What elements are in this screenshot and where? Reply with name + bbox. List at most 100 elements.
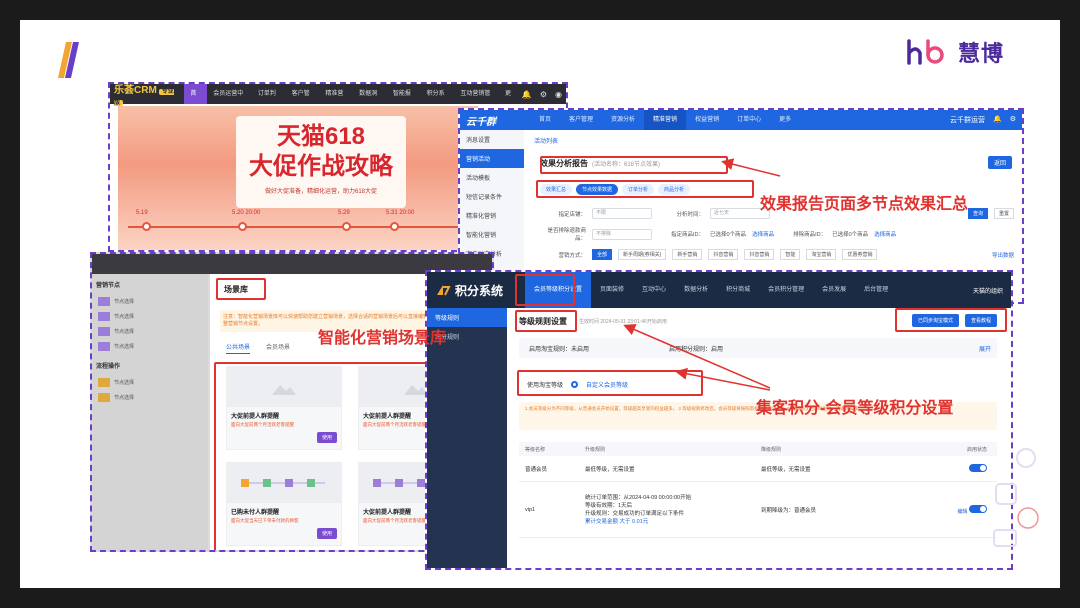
method-option[interactable]: 全部 [592, 249, 613, 260]
export-link[interactable]: 导出数据 [992, 251, 1014, 259]
highlight-box [536, 180, 754, 198]
brand: 慧博 [906, 36, 1004, 68]
tab-public-scene[interactable]: 公共场景 [226, 342, 251, 354]
level-table: 等级名称 升级规则 降级规则 启用状态 普通会员 最低等级，无需设置 最低等级，… [519, 442, 997, 538]
yq-side-item[interactable]: 营销活动 [460, 149, 524, 168]
crm-nav-item[interactable]: 订单判定 [252, 84, 286, 117]
choose-product-link[interactable]: 选择商品 [874, 230, 896, 238]
yq-nav: 云千群 首页 客户管理 资源分析 精准营销 权益营销 订单中心 更多 云千群运营… [460, 110, 1022, 130]
brand-logo-icon [907, 39, 944, 65]
highlight-box [216, 278, 266, 300]
timeline: 5.19 5.20 20:00 5.29 5.31 20:00 [128, 210, 468, 246]
points-screenshot: 积分系统 会员等级积分设置 页面装修 互动中心 数据分析 积分商城 会员积分管理… [425, 270, 1013, 570]
yq-logo: 云千群 [466, 116, 496, 128]
scene-node-panel: 营销节点 节点选择 节点选择 节点选择 节点选择 流程操作 节点选择 节点选择 [92, 274, 208, 550]
scene-tabs: 公共场景 会员场景 [226, 342, 290, 354]
node-item[interactable]: 节点选择 [98, 391, 202, 403]
banner-card: 天猫618 大促作战攻略 做好大促准备，精细化运营，助力618大促 [236, 116, 406, 208]
yq-side-item[interactable]: 精准化营销 [460, 206, 524, 225]
rule-status-bar: 启用淘宝规则：未启用 启用积分规则：启用 展开 [519, 338, 997, 358]
annotation-points: 集客积分-会员等级积分设置 [756, 400, 954, 417]
timeline-label: 5.20 20:00 [232, 210, 261, 216]
method-option[interactable]: 新手营销 [672, 249, 703, 260]
yq-nav-item[interactable]: 首页 [530, 110, 560, 130]
user-icon[interactable]: ◉ [555, 90, 562, 99]
query-button[interactable]: 查询 [967, 208, 988, 219]
store-select[interactable]: 不限 [592, 208, 652, 219]
jf-nav-item[interactable]: 后台管理 [855, 272, 897, 308]
crm-nav-item[interactable]: 智能报告 [387, 84, 421, 117]
back-button[interactable]: 返回 [987, 156, 1012, 169]
crm-toolbar: 🔔 ⚙ ◉ [522, 90, 562, 99]
yq-nav-item[interactable]: 权益营销 [686, 110, 728, 130]
slash-mark-icon [58, 42, 79, 78]
banner-title: 天猫618 [276, 123, 366, 150]
crm-nav-item[interactable]: 首页 [184, 84, 208, 117]
promo-banner: 天猫618 大促作战攻略 做好大促准备，精细化运营，助力618大促 5.19 5… [118, 106, 478, 250]
yq-nav-item[interactable]: 资源分析 [602, 110, 644, 130]
choose-product-link[interactable]: 选择商品 [752, 230, 774, 238]
jf-main: 等级规则设置 生效时间 2024-05-31 23:01:46开始启用 已同步淘… [513, 308, 1011, 568]
filter-row: 是否排除退款商品： 不排除 指定商品ID： 已选择0个商品 选择商品 排除商品I… [547, 228, 897, 242]
node-item[interactable]: 节点选择 [98, 310, 202, 322]
crm-nav-item[interactable]: 积分系统 [421, 84, 455, 117]
method-option[interactable]: 智能 [780, 249, 801, 260]
bell-icon[interactable]: 🔔 [522, 90, 532, 99]
settings-icon[interactable]: ⚙ [1010, 115, 1016, 125]
method-option[interactable]: 抖音营销 [708, 249, 739, 260]
yq-nav-item[interactable]: 更多 [770, 110, 800, 130]
yq-nav-item[interactable]: 精准营销 [644, 110, 687, 130]
method-option[interactable]: 新手周期(券相关) [618, 249, 667, 260]
expand-link[interactable]: 展开 [979, 344, 997, 353]
method-option[interactable]: 优惠券营销 [842, 249, 878, 260]
yq-side-item[interactable]: 消息设置 [460, 130, 524, 149]
method-option[interactable]: 淘宝营销 [806, 249, 837, 260]
bell-icon[interactable]: 🔔 [993, 115, 1002, 125]
timeline-dot [390, 222, 399, 231]
brand-name: 慧博 [957, 41, 1004, 66]
settings-icon[interactable]: ⚙ [540, 90, 547, 99]
yq-side-item[interactable]: 智能化营销 [460, 225, 524, 244]
yq-side-item[interactable]: 短信记录条件 [460, 187, 524, 206]
crm-nav-item[interactable]: 互动营销管理 [454, 84, 499, 117]
reset-button[interactable]: 重置 [993, 208, 1014, 219]
crm-nav-item[interactable]: 客户管理 [286, 84, 320, 117]
node-item[interactable]: 节点选择 [98, 295, 202, 307]
breadcrumb[interactable]: 活动列表 [530, 134, 1018, 147]
node-item[interactable]: 节点选择 [98, 376, 202, 388]
edit-link[interactable]: 编辑 [957, 509, 967, 515]
tab-member-scene[interactable]: 会员场景 [266, 342, 290, 354]
jf-nav-item[interactable]: 数据分析 [675, 272, 717, 308]
yq-nav-item[interactable]: 客户管理 [560, 110, 602, 130]
highlight-box [515, 274, 575, 306]
decorative-icons [993, 448, 1039, 547]
jf-logo: 积分系统 [435, 282, 503, 299]
jf-nav-item[interactable]: 互动中心 [633, 272, 675, 308]
yq-nav-item[interactable]: 订单中心 [728, 110, 770, 130]
jf-nav-item[interactable]: 页面装修 [591, 272, 633, 308]
table-header: 等级名称 升级规则 降级规则 启用状态 [519, 442, 997, 456]
timeline-dot [342, 222, 351, 231]
crm-nav-item[interactable]: 精准营销 [319, 84, 353, 117]
yq-toolbar: 云千群运营 🔔 ⚙ [950, 115, 1016, 125]
crm-nav-item[interactable]: 数据洞察 [353, 84, 387, 117]
refund-select[interactable]: 不排除 [592, 228, 652, 240]
node-item[interactable]: 节点选择 [98, 325, 202, 337]
crm-nav-item[interactable]: 更多 [499, 84, 522, 117]
method-option[interactable]: 抖音营销 [744, 249, 775, 260]
yq-user[interactable]: 云千群运营 [950, 115, 985, 125]
node-item[interactable]: 节点选择 [98, 340, 202, 352]
timeline-dot [238, 222, 247, 231]
table-row: vip1 统计订单范围：从2024-04-09 00:00:00开始 等级有效期… [519, 482, 997, 538]
points-logo-icon [437, 285, 451, 296]
jf-user[interactable]: 天猫的组织 [973, 286, 1003, 295]
slide: 慧博 乐荟CRM专业版 首页 会员运营中心 订单判定 客户管理 精准营销 数据洞… [20, 20, 1060, 588]
highlight-box [540, 156, 728, 174]
crm-nav-item[interactable]: 会员运营中心 [207, 84, 252, 117]
jf-nav-item[interactable]: 积分商城 [717, 272, 759, 308]
jf-nav-item[interactable]: 会员发展 [813, 272, 855, 308]
banner-subtitle: 做好大促准备，精细化运营，助力618大促 [264, 189, 377, 195]
highlight-box [517, 370, 703, 396]
jf-nav-item[interactable]: 会员积分管理 [759, 272, 813, 308]
yq-side-item[interactable]: 活动模板 [460, 168, 524, 187]
